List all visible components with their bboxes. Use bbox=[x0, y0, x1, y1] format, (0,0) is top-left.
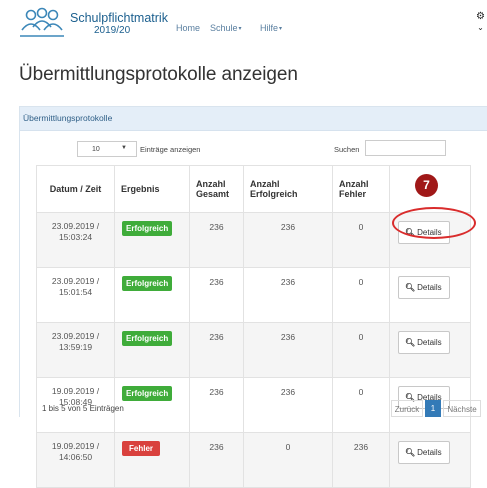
cell-date: 23.09.2019 / bbox=[51, 276, 100, 286]
column-header-erfolgreich[interactable]: Anzahl Erfolgreich bbox=[243, 165, 333, 213]
status-badge-error: Fehler bbox=[122, 441, 161, 456]
chevron-down-icon: ▾ bbox=[238, 26, 242, 32]
cell-gesamt: 236 bbox=[189, 267, 244, 323]
header-fehler-line2: Fehler bbox=[339, 189, 367, 199]
app-year: 2019/20 bbox=[94, 25, 131, 36]
page-title: Übermittlungsprotokolle anzeigen bbox=[19, 64, 298, 85]
entries-length-select[interactable]: 10 ▼ bbox=[77, 141, 137, 157]
entries-length-label: Einträge anzeigen bbox=[140, 145, 201, 154]
cell-erfolgreich: 236 bbox=[243, 267, 333, 323]
table-header-row: Datum / Zeit Ergebnis Anzahl Gesamt Anzah… bbox=[36, 165, 471, 213]
cell-actions: 🔍︎ Details bbox=[389, 432, 471, 488]
navbar: Schulpflichtmatrik 2019/20 Home Schule▾ … bbox=[0, 0, 487, 44]
cell-gesamt: 236 bbox=[189, 432, 244, 488]
pagination-previous[interactable]: Zurück bbox=[391, 400, 423, 417]
cell-date: 19.09.2019 / bbox=[51, 441, 100, 451]
protocol-panel: Übermittlungsprotokolle 10 ▼ Einträge an… bbox=[19, 106, 487, 488]
search-input[interactable] bbox=[365, 140, 446, 156]
cell-erfolgreich: 236 bbox=[243, 212, 333, 268]
cell-datum: 23.09.2019 /15:03:24 bbox=[36, 212, 115, 268]
status-badge-success: Erfolgreich bbox=[122, 276, 173, 291]
cell-time: 15:03:24 bbox=[58, 232, 93, 242]
chevron-down-icon: ⌄ bbox=[477, 23, 484, 32]
cell-ergebnis: Erfolgreich bbox=[114, 377, 190, 433]
header-ergebnis-label: Ergebnis bbox=[121, 184, 160, 194]
table-row: 19.09.2019 /14:06:50 Fehler 236 0 236 🔍︎… bbox=[36, 432, 471, 488]
cell-ergebnis: Erfolgreich bbox=[114, 212, 190, 268]
panel-heading: Übermittlungsprotokolle bbox=[20, 107, 487, 131]
cell-erfolgreich: 0 bbox=[243, 432, 333, 488]
cell-ergebnis: Erfolgreich bbox=[114, 322, 190, 378]
logo-people-icon[interactable] bbox=[19, 6, 65, 40]
cell-time: 14:06:50 bbox=[58, 452, 93, 462]
magnifier-icon: 🔍︎ bbox=[405, 338, 416, 347]
nav-hilfe-label: Hilfe bbox=[260, 23, 279, 33]
nav-schule-label: Schule bbox=[210, 23, 238, 33]
gear-icon: ⚙ bbox=[476, 11, 485, 22]
header-gesamt-line2: Gesamt bbox=[196, 189, 230, 199]
cell-ergebnis: Erfolgreich bbox=[114, 267, 190, 323]
cell-datum: 19.09.2019 /14:06:50 bbox=[36, 432, 115, 488]
header-erfolgreich-line1: Anzahl bbox=[250, 179, 280, 189]
app-title[interactable]: Schulpflichtmatrik bbox=[70, 11, 168, 25]
cell-gesamt: 236 bbox=[189, 322, 244, 378]
details-button[interactable]: 🔍︎ Details bbox=[398, 441, 450, 464]
cell-date: 23.09.2019 / bbox=[51, 331, 100, 341]
table-info: 1 bis 5 von 5 Einträgen bbox=[42, 404, 124, 413]
details-button[interactable]: 🔍︎ Details bbox=[398, 331, 450, 354]
magnifier-icon: 🔍︎ bbox=[405, 448, 416, 457]
column-header-datum[interactable]: Datum / Zeit bbox=[36, 165, 115, 213]
cell-time: 15:01:54 bbox=[58, 287, 93, 297]
highlight-ellipse bbox=[392, 207, 476, 239]
cell-ergebnis: Fehler bbox=[114, 432, 190, 488]
status-badge-success: Erfolgreich bbox=[122, 386, 173, 401]
cell-erfolgreich: 236 bbox=[243, 322, 333, 378]
column-header-gesamt[interactable]: Anzahl Gesamt bbox=[189, 165, 244, 213]
table-row: 23.09.2019 /15:01:54 Erfolgreich 236 236… bbox=[36, 267, 471, 323]
pagination-next[interactable]: Nächste bbox=[443, 400, 481, 417]
nav-schule[interactable]: Schule▾ bbox=[210, 23, 242, 33]
step-number-badge: 7 bbox=[415, 174, 438, 197]
table-row: 23.09.2019 /13:59:19 Erfolgreich 236 236… bbox=[36, 322, 471, 378]
cell-erfolgreich: 236 bbox=[243, 377, 333, 433]
header-erfolgreich-line2: Erfolgreich bbox=[250, 189, 298, 199]
details-button-label: Details bbox=[417, 338, 442, 347]
cell-gesamt: 236 bbox=[189, 377, 244, 433]
cell-actions: 🔍︎ Details bbox=[389, 322, 471, 378]
status-badge-success: Erfolgreich bbox=[122, 221, 173, 236]
cell-fehler: 0 bbox=[332, 322, 390, 378]
status-badge-success: Erfolgreich bbox=[122, 331, 173, 346]
column-header-fehler[interactable]: Anzahl Fehler bbox=[332, 165, 390, 213]
cell-date: 23.09.2019 / bbox=[51, 221, 100, 231]
chevron-down-icon: ▼ bbox=[121, 145, 127, 151]
user-menu-toggle[interactable]: ⚙ ⌄ bbox=[476, 11, 485, 33]
pagination-page-1[interactable]: 1 bbox=[425, 400, 441, 417]
details-button-label: Details bbox=[417, 283, 442, 292]
cell-datum: 23.09.2019 /15:01:54 bbox=[36, 267, 115, 323]
column-header-ergebnis[interactable]: Ergebnis bbox=[114, 165, 190, 213]
chevron-down-icon: ▾ bbox=[279, 26, 283, 32]
nav-home[interactable]: Home bbox=[176, 23, 200, 33]
cell-datum: 23.09.2019 /13:59:19 bbox=[36, 322, 115, 378]
magnifier-icon: 🔍︎ bbox=[405, 283, 416, 292]
search-label: Suchen bbox=[334, 145, 360, 154]
header-gesamt-line1: Anzahl bbox=[196, 179, 226, 189]
cell-fehler: 0 bbox=[332, 377, 390, 433]
nav-home-label: Home bbox=[176, 23, 201, 33]
details-button[interactable]: 🔍︎ Details bbox=[398, 276, 450, 299]
entries-length-value: 10 bbox=[92, 146, 100, 153]
header-fehler-line1: Anzahl bbox=[339, 179, 369, 189]
cell-time: 13:59:19 bbox=[58, 342, 93, 352]
cell-actions: 🔍︎ Details bbox=[389, 267, 471, 323]
cell-fehler: 0 bbox=[332, 212, 390, 268]
details-button-label: Details bbox=[417, 448, 442, 457]
cell-fehler: 0 bbox=[332, 267, 390, 323]
nav-hilfe[interactable]: Hilfe▾ bbox=[260, 23, 282, 33]
cell-fehler: 236 bbox=[332, 432, 390, 488]
panel-heading-text: Übermittlungsprotokolle bbox=[23, 113, 113, 123]
header-datum-label: Datum / Zeit bbox=[49, 184, 102, 194]
cell-date: 19.09.2019 / bbox=[51, 386, 100, 396]
cell-gesamt: 236 bbox=[189, 212, 244, 268]
